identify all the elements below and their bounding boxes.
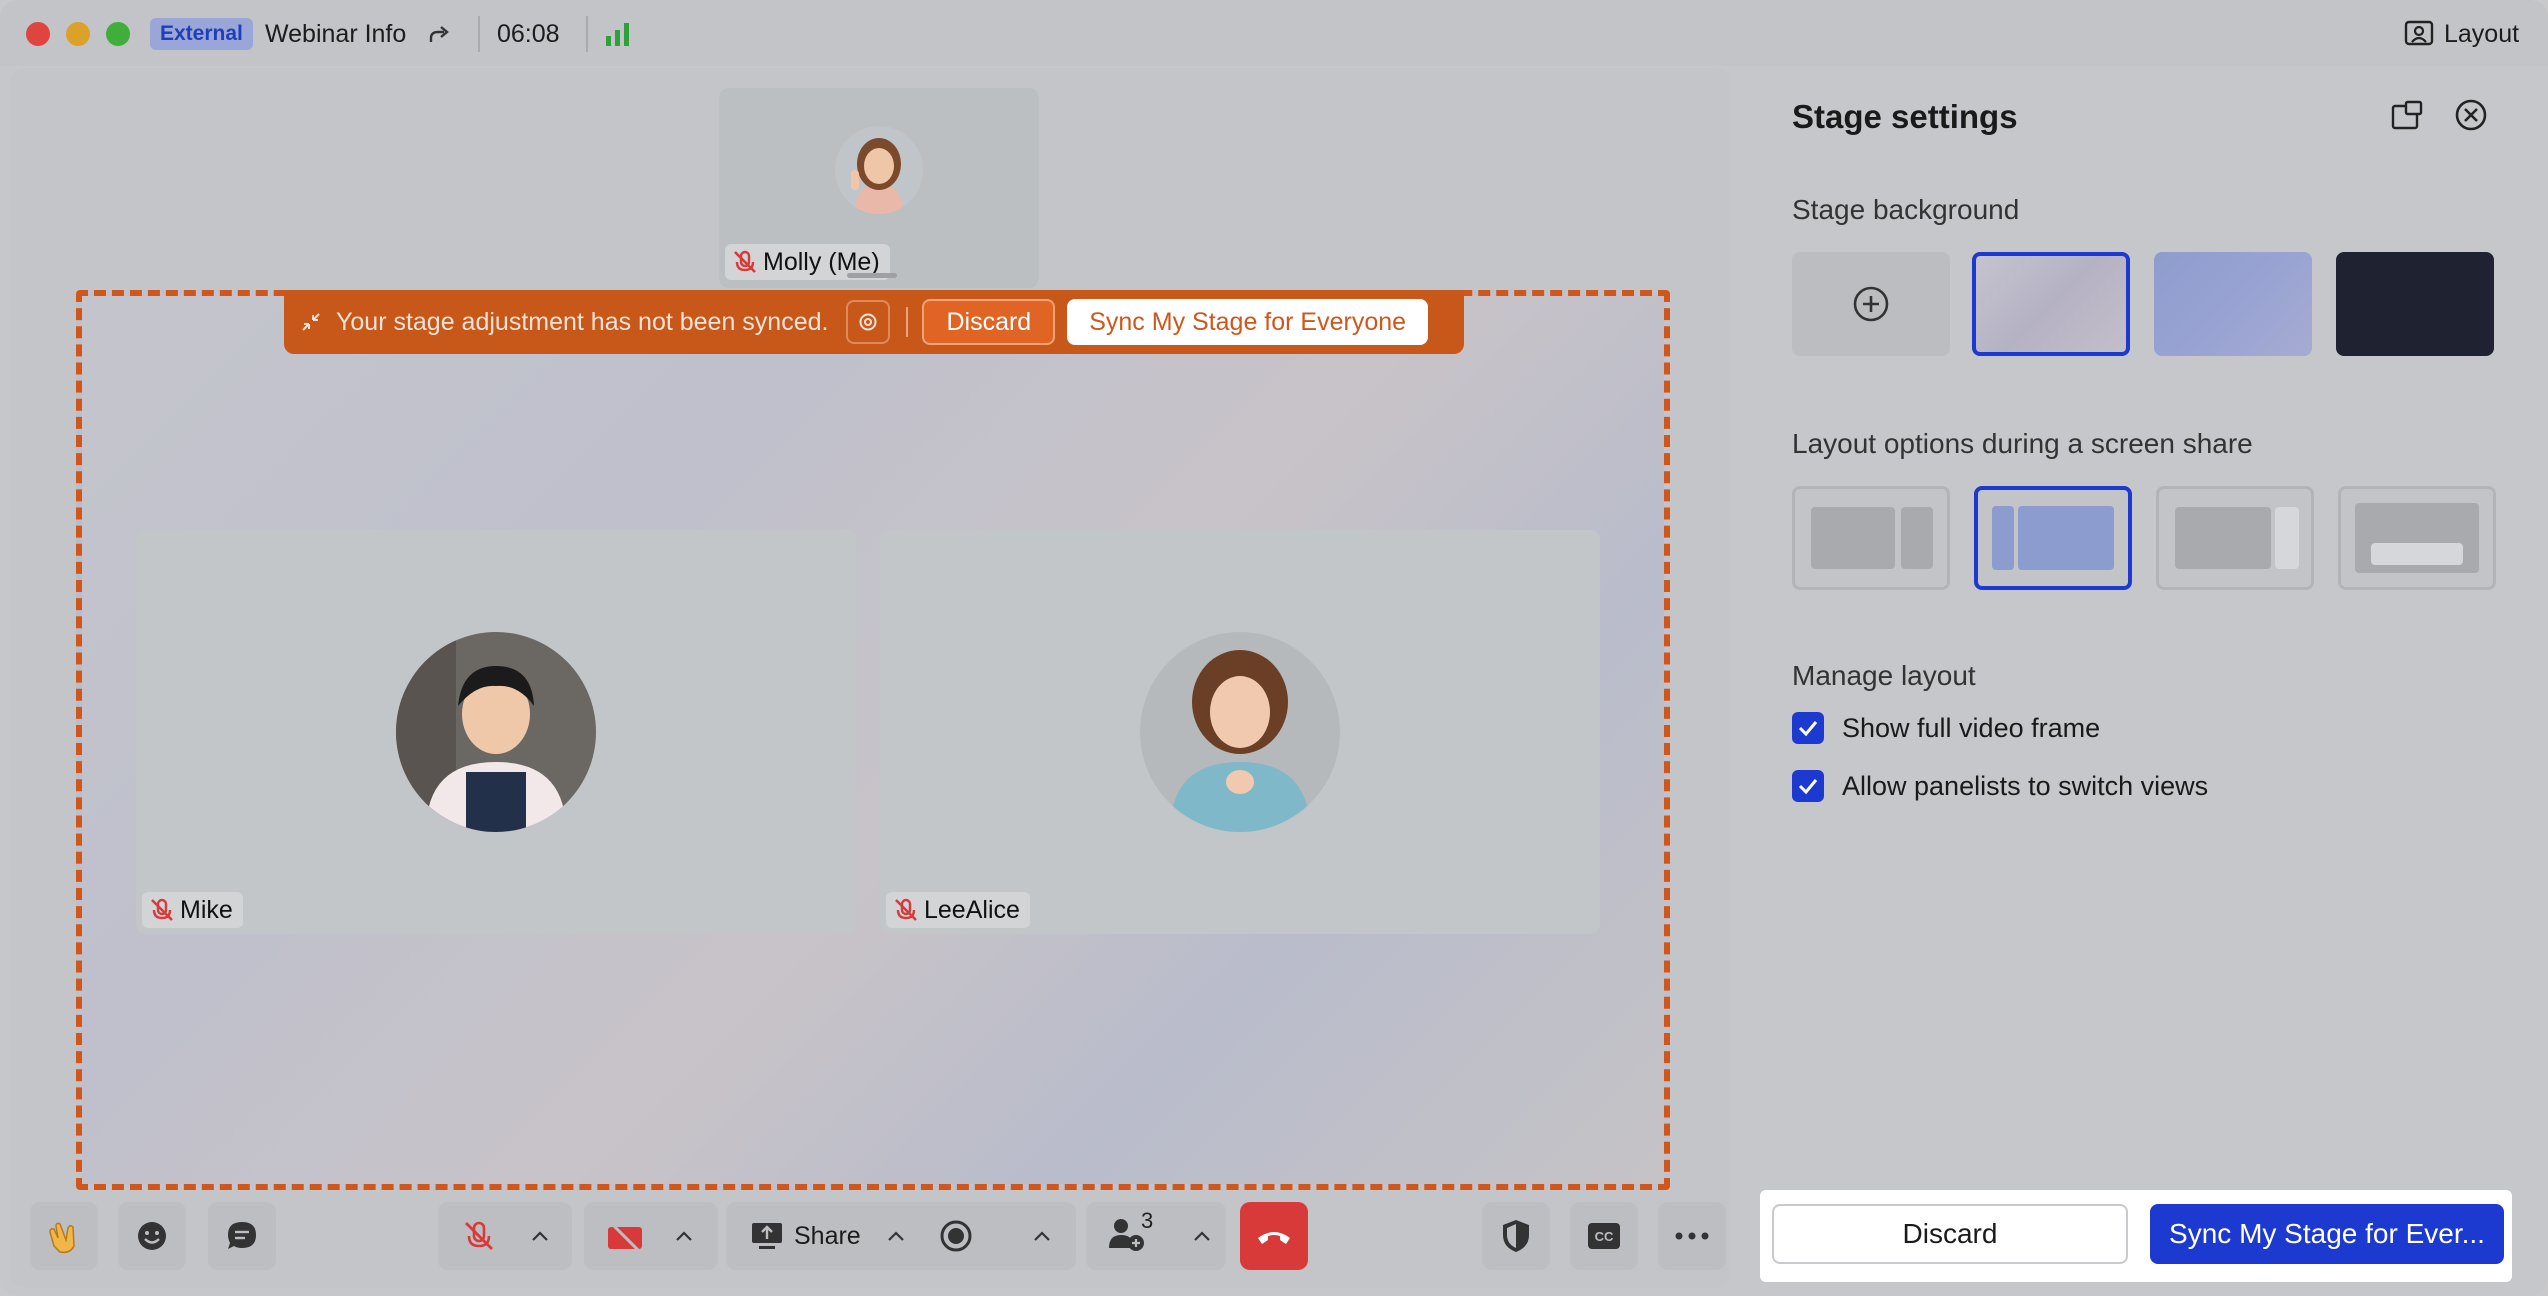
background-option-blur[interactable] [1972, 252, 2130, 356]
pop-out-icon[interactable] [2390, 98, 2424, 132]
participant-name-tag: LeeAlice [886, 892, 1030, 928]
clap-reaction-button[interactable] [30, 1202, 98, 1270]
gear-icon [859, 313, 877, 331]
chat-icon [228, 1222, 256, 1249]
emoji-icon [138, 1222, 166, 1250]
mic-muted-icon [895, 898, 917, 921]
sync-settings-button[interactable] [846, 300, 891, 344]
layout-option-sidebar-left[interactable] [1974, 486, 2132, 590]
clap-icon [49, 1222, 75, 1254]
mic-off-icon [465, 1221, 493, 1250]
stage-background-label: Stage background [1792, 194, 2020, 225]
external-badge: External [150, 18, 253, 50]
participant-name: LeeAlice [924, 895, 1020, 924]
checkmark-icon [1798, 721, 1818, 737]
avatar [396, 632, 596, 832]
record-options-caret[interactable] [1020, 1202, 1064, 1270]
layout-options-label: Layout options during a screen share [1792, 428, 2253, 459]
captions-button[interactable]: CC [1570, 1202, 1638, 1270]
show-full-frame-checkbox[interactable] [1792, 712, 1824, 744]
chevron-up-icon [888, 1231, 904, 1241]
participant-tile-mike[interactable]: Mike [136, 530, 856, 934]
layout-button[interactable]: Layout [2404, 16, 2519, 52]
meeting-title[interactable]: Webinar Info [265, 18, 406, 50]
more-options-button[interactable] [1658, 1202, 1726, 1270]
panel-footer: Discard Sync My Stage for Ever... [1760, 1190, 2512, 1282]
more-icon [1675, 1232, 1709, 1240]
share-screen-icon [752, 1223, 782, 1249]
shield-icon [1503, 1220, 1529, 1252]
meeting-toolbar: Share 3 CC [10, 1184, 1730, 1288]
panel-title: Stage settings [1792, 98, 2018, 135]
close-icon[interactable] [2454, 98, 2488, 132]
show-full-frame-label: Show full video frame [1842, 712, 2101, 743]
minimize-window-button[interactable] [66, 22, 90, 46]
title-bar: External Webinar Info 06:08 Layout [0, 0, 2548, 66]
sync-warning-message: Your stage adjustment has not been synce… [336, 307, 829, 336]
allow-switch-views-option[interactable]: Allow panelists to switch views [1792, 770, 2208, 802]
avatar [835, 126, 923, 214]
layout-icon [2404, 20, 2434, 46]
avatar [1140, 632, 1340, 832]
layout-option-split[interactable] [1792, 486, 1950, 590]
svg-text:CC: CC [1595, 1229, 1614, 1244]
sync-warning-bar: Your stage adjustment has not been synce… [284, 290, 1464, 354]
add-background-button[interactable] [1792, 252, 1950, 356]
stage-area: Molly (Me) Your stage adjustment has not… [10, 68, 1730, 1288]
participant-tile-leealice[interactable]: LeeAlice [880, 530, 1600, 934]
divider [906, 307, 909, 337]
chevron-up-icon [1034, 1231, 1050, 1241]
chevron-up-icon [532, 1231, 548, 1241]
meeting-timer: 06:08 [497, 20, 560, 48]
mic-options-caret[interactable] [518, 1202, 562, 1270]
divider [586, 16, 588, 52]
participant-name: Mike [180, 895, 233, 924]
chevron-up-icon [676, 1231, 692, 1241]
meeting-window: External Webinar Info 06:08 Layout Molly… [0, 0, 2548, 1296]
checkmark-icon [1798, 779, 1818, 795]
divider [478, 16, 480, 52]
collapse-icon[interactable] [300, 311, 322, 333]
mic-muted-icon [151, 898, 173, 921]
camera-off-icon [608, 1221, 642, 1253]
background-option-blue[interactable] [2154, 252, 2312, 356]
camera-options-caret[interactable] [662, 1202, 706, 1270]
end-call-button[interactable] [1240, 1202, 1308, 1270]
zoom-window-button[interactable] [106, 22, 130, 46]
record-icon [940, 1220, 972, 1252]
participant-name-tag: Mike [142, 892, 243, 928]
manage-layout-label: Manage layout [1792, 660, 1976, 691]
footer-sync-button[interactable]: Sync My Stage for Ever... [2150, 1204, 2504, 1264]
self-video-tile[interactable]: Molly (Me) [719, 88, 1039, 288]
security-button[interactable] [1482, 1202, 1550, 1270]
footer-discard-button[interactable]: Discard [1772, 1204, 2128, 1264]
close-window-button[interactable] [26, 22, 50, 46]
emoji-button[interactable] [118, 1202, 186, 1270]
stage-settings-panel: Stage settings Stage background Layout o… [1744, 68, 2540, 1288]
mic-muted-icon [734, 250, 756, 273]
background-option-dark[interactable] [2336, 252, 2494, 356]
discard-button[interactable]: Discard [922, 299, 1056, 345]
share-link-icon[interactable] [426, 20, 454, 48]
sync-stage-button[interactable]: Sync My Stage for Everyone [1067, 299, 1429, 345]
closed-captions-icon: CC [1588, 1223, 1620, 1249]
layout-option-sidebar-right[interactable] [2156, 486, 2314, 590]
drag-handle[interactable] [847, 273, 897, 278]
participants-options-caret[interactable] [1180, 1202, 1224, 1270]
share-label: Share [794, 1221, 861, 1250]
allow-switch-views-checkbox[interactable] [1792, 770, 1824, 802]
chat-button[interactable] [208, 1202, 276, 1270]
layout-option-bottom-strip[interactable] [2338, 486, 2496, 590]
network-signal-icon[interactable] [604, 20, 634, 48]
show-full-frame-option[interactable]: Show full video frame [1792, 712, 2100, 744]
hang-up-icon [1258, 1232, 1290, 1244]
participant-count: 3 [1141, 1208, 1154, 1233]
layout-label: Layout [2444, 19, 2520, 48]
add-circle-icon [1853, 286, 1889, 322]
chevron-up-icon [1194, 1231, 1210, 1241]
allow-switch-views-label: Allow panelists to switch views [1842, 770, 2209, 801]
